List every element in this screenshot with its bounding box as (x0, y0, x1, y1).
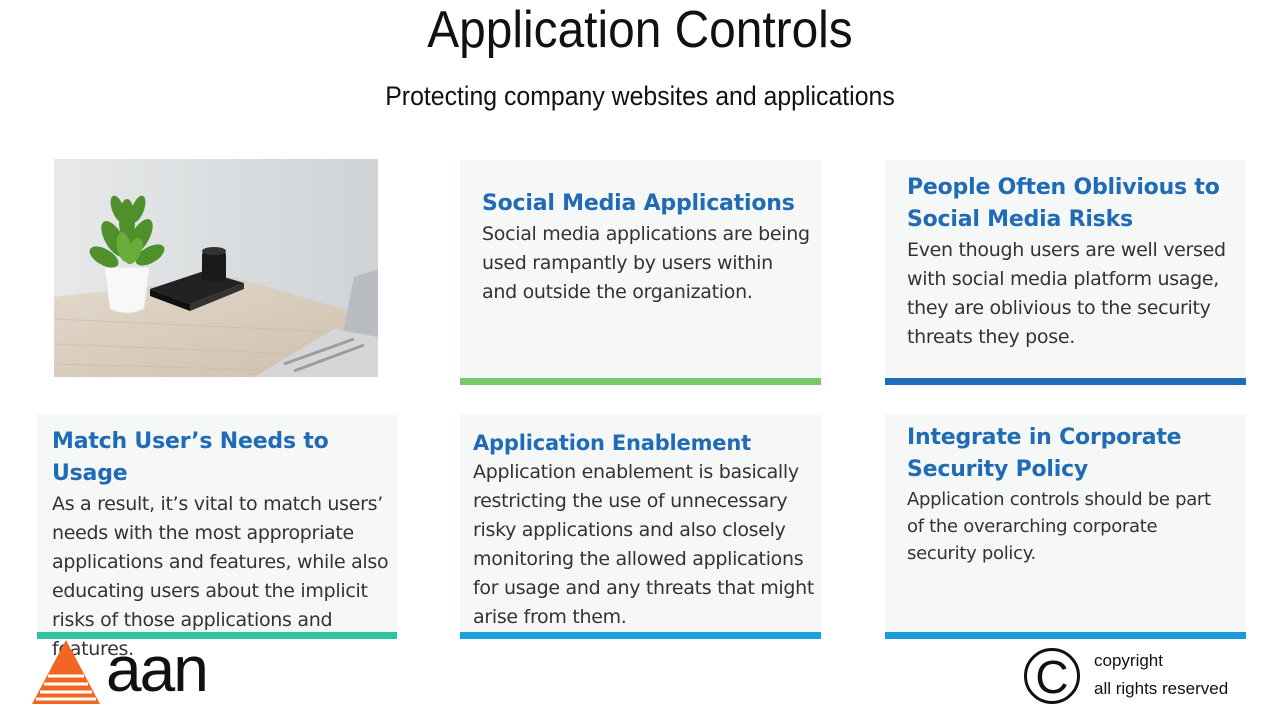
card-accent-bar (460, 378, 821, 385)
desk-plant-photo (54, 159, 378, 377)
copyright-notice: © C copyright all rights reserved (1024, 646, 1264, 710)
card-accent-bar (885, 632, 1246, 639)
card-social-media-applications: Social Media Applications Social media a… (460, 160, 821, 385)
card-accent-bar (37, 632, 397, 639)
card-body: Application enablement is basically rest… (473, 461, 815, 628)
card-accent-bar (460, 632, 821, 639)
logo-text: aan (106, 633, 209, 705)
card-people-oblivious: People Often Oblivious to Social Media R… (885, 160, 1246, 385)
card-application-enablement: Application Enablement Application enabl… (460, 414, 821, 639)
rights-line: all rights reserved (1094, 679, 1229, 698)
card-heading: People Often Oblivious to Social Media R… (907, 175, 1220, 232)
card-body: Social media applications are being used… (482, 223, 810, 303)
card-accent-bar (885, 378, 1246, 385)
copyright-line: copyright (1094, 651, 1163, 670)
card-heading: Match User’s Needs to Usage (52, 429, 329, 486)
card-heading: Social Media Applications (482, 191, 795, 216)
page-subtitle: Protecting company websites and applicat… (385, 81, 895, 111)
card-integrate-security-policy: Integrate in Corporate Security Policy A… (885, 414, 1246, 639)
page-title: Application Controls (427, 1, 853, 59)
aan-logo: aan (32, 634, 212, 708)
card-body: Application controls should be part of t… (907, 489, 1211, 564)
card-body: Even though users are well versed with s… (907, 239, 1226, 348)
card-match-user-needs: Match User’s Needs to Usage As a result,… (37, 414, 397, 660)
card-heading: Application Enablement (473, 431, 751, 455)
card-heading: Integrate in Corporate Security Policy (907, 425, 1182, 482)
copyright-icon: © C (1024, 648, 1080, 704)
